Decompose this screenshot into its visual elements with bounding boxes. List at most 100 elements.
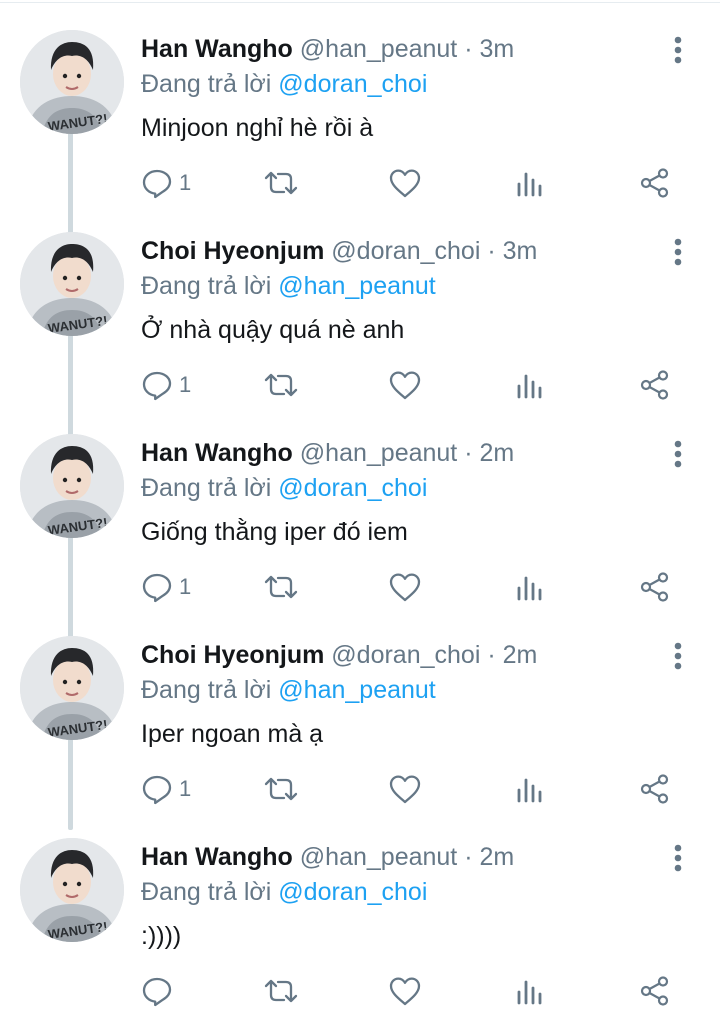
author-name[interactable]: Han Wangho bbox=[141, 843, 293, 871]
share-icon bbox=[640, 976, 669, 1006]
share-button[interactable] bbox=[639, 360, 671, 410]
author-handle[interactable]: @doran_choi bbox=[331, 641, 480, 669]
tweet-header: Han Wangho @han_peanut · 2m bbox=[141, 840, 514, 874]
analytics-icon bbox=[517, 778, 542, 803]
heart-icon bbox=[389, 573, 421, 602]
avatar[interactable]: WANUT?! bbox=[20, 30, 124, 134]
like-button[interactable] bbox=[388, 360, 422, 410]
reply-icon bbox=[142, 371, 172, 401]
tweet-action-bar: 1 bbox=[0, 360, 720, 410]
reply-button[interactable]: 1 bbox=[141, 360, 191, 410]
analytics-icon bbox=[517, 374, 542, 399]
share-button[interactable] bbox=[639, 966, 671, 1016]
reply-button[interactable]: 1 bbox=[141, 158, 191, 208]
more-vertical-icon bbox=[674, 238, 682, 266]
replying-to-mention[interactable]: @doran_choi bbox=[278, 878, 427, 906]
tweet-header: Han Wangho @han_peanut · 3m bbox=[141, 32, 514, 66]
tweet-text: :)))) bbox=[141, 922, 182, 950]
share-button[interactable] bbox=[639, 764, 671, 814]
reply-count: 1 bbox=[179, 170, 192, 195]
tweet[interactable]: WANUT?! Han Wangho @han_peanut · 2m Đang… bbox=[0, 808, 720, 1010]
replying-to-label: Đang trả lời bbox=[141, 272, 272, 300]
more-options-button[interactable] bbox=[664, 235, 692, 269]
tweet-timestamp[interactable]: 2m bbox=[480, 843, 515, 871]
more-vertical-icon bbox=[674, 440, 682, 468]
share-icon bbox=[640, 370, 669, 400]
reply-button[interactable]: 1 bbox=[141, 562, 191, 612]
retweet-button[interactable] bbox=[262, 764, 300, 814]
more-options-button[interactable] bbox=[664, 33, 692, 67]
separator-dot: · bbox=[487, 237, 496, 265]
reply-icon bbox=[142, 169, 172, 199]
retweet-button[interactable] bbox=[262, 360, 300, 410]
analytics-icon bbox=[517, 576, 542, 601]
tweet-text: Minjoon nghỉ hè rồi à bbox=[141, 114, 374, 142]
avatar-photo-icon: WANUT?! bbox=[20, 232, 124, 336]
separator-dot: · bbox=[464, 843, 473, 871]
author-handle[interactable]: @han_peanut bbox=[300, 439, 457, 467]
analytics-icon bbox=[517, 980, 542, 1005]
author-name[interactable]: Choi Hyeonjum bbox=[141, 237, 324, 265]
replying-to-line: Đang trả lời @doran_choi bbox=[141, 471, 427, 505]
more-options-button[interactable] bbox=[664, 841, 692, 875]
reply-button[interactable]: 1 bbox=[141, 764, 191, 814]
share-button[interactable] bbox=[639, 158, 671, 208]
separator-dot: · bbox=[487, 641, 496, 669]
like-button[interactable] bbox=[388, 966, 422, 1016]
tweet-timestamp[interactable]: 2m bbox=[480, 439, 515, 467]
tweet-timestamp[interactable]: 3m bbox=[480, 35, 515, 63]
avatar[interactable]: WANUT?! bbox=[20, 838, 124, 942]
share-icon bbox=[640, 168, 669, 198]
author-handle[interactable]: @doran_choi bbox=[331, 237, 480, 265]
tweet[interactable]: WANUT?! Han Wangho @han_peanut · 3m Đang… bbox=[0, 0, 720, 202]
retweet-icon bbox=[264, 373, 298, 397]
heart-icon bbox=[389, 977, 421, 1006]
author-handle[interactable]: @han_peanut bbox=[300, 843, 457, 871]
replying-to-label: Đang trả lời bbox=[141, 474, 272, 502]
tweet-header: Choi Hyeonjum @doran_choi · 2m bbox=[141, 638, 537, 672]
author-handle[interactable]: @han_peanut bbox=[300, 35, 457, 63]
reply-thread: WANUT?! Han Wangho @han_peanut · 3m Đang… bbox=[0, 0, 720, 1023]
more-options-button[interactable] bbox=[664, 437, 692, 471]
avatar[interactable]: WANUT?! bbox=[20, 434, 124, 538]
replying-to-label: Đang trả lời bbox=[141, 70, 272, 98]
retweet-button[interactable] bbox=[262, 966, 300, 1016]
analytics-button[interactable] bbox=[514, 764, 546, 814]
avatar-photo-icon: WANUT?! bbox=[20, 838, 124, 942]
tweet-timestamp[interactable]: 3m bbox=[503, 237, 538, 265]
avatar[interactable]: WANUT?! bbox=[20, 636, 124, 740]
tweet-text: Ở nhà quậy quá nè anh bbox=[141, 316, 405, 344]
tweet-timestamp[interactable]: 2m bbox=[503, 641, 538, 669]
reply-button[interactable] bbox=[141, 966, 179, 1016]
tweet[interactable]: WANUT?! Choi Hyeonjum @doran_choi · 3m Đ… bbox=[0, 202, 720, 404]
replying-to-mention[interactable]: @han_peanut bbox=[278, 272, 435, 300]
like-button[interactable] bbox=[388, 562, 422, 612]
heart-icon bbox=[389, 169, 421, 198]
like-button[interactable] bbox=[388, 764, 422, 814]
separator-dot: · bbox=[464, 439, 473, 467]
retweet-icon bbox=[264, 575, 298, 599]
author-name[interactable]: Han Wangho bbox=[141, 439, 293, 467]
analytics-button[interactable] bbox=[514, 158, 546, 208]
share-button[interactable] bbox=[639, 562, 671, 612]
author-name[interactable]: Choi Hyeonjum bbox=[141, 641, 324, 669]
tweet[interactable]: WANUT?! Choi Hyeonjum @doran_choi · 2m Đ… bbox=[0, 606, 720, 808]
more-options-button[interactable] bbox=[664, 639, 692, 673]
analytics-button[interactable] bbox=[514, 360, 546, 410]
tweet[interactable]: WANUT?! Han Wangho @han_peanut · 2m Đang… bbox=[0, 404, 720, 606]
author-name[interactable]: Han Wangho bbox=[141, 35, 293, 63]
analytics-button[interactable] bbox=[514, 966, 546, 1016]
tweet-action-bar: 1 bbox=[0, 562, 720, 612]
analytics-button[interactable] bbox=[514, 562, 546, 612]
replying-to-line: Đang trả lời @doran_choi bbox=[141, 875, 427, 909]
retweet-button[interactable] bbox=[262, 158, 300, 208]
replying-to-mention[interactable]: @doran_choi bbox=[278, 70, 427, 98]
retweet-icon bbox=[264, 171, 298, 195]
avatar[interactable]: WANUT?! bbox=[20, 232, 124, 336]
replying-to-label: Đang trả lời bbox=[141, 676, 272, 704]
like-button[interactable] bbox=[388, 158, 422, 208]
replying-to-mention[interactable]: @han_peanut bbox=[278, 676, 435, 704]
replying-to-mention[interactable]: @doran_choi bbox=[278, 474, 427, 502]
replying-to-label: Đang trả lời bbox=[141, 878, 272, 906]
retweet-button[interactable] bbox=[262, 562, 300, 612]
